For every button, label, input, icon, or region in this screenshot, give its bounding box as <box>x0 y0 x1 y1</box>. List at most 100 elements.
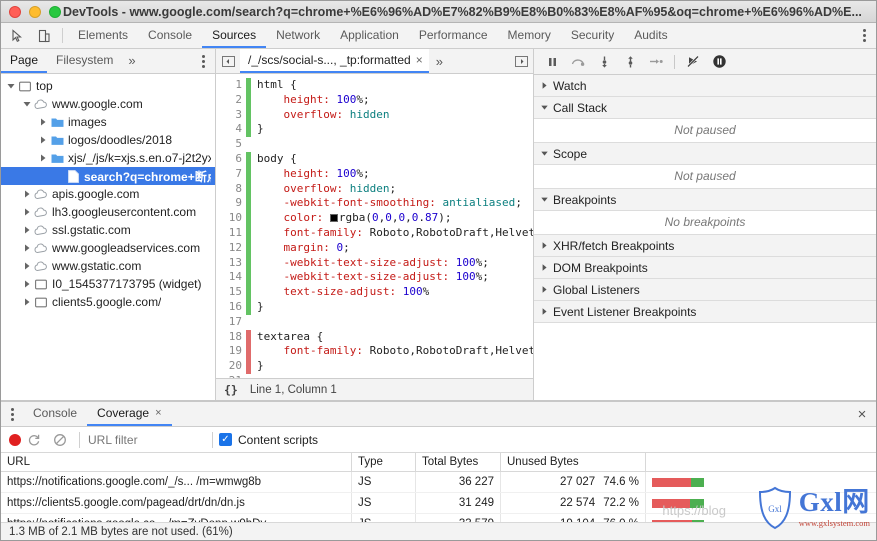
drawer-menu-icon[interactable] <box>1 402 23 426</box>
chevron-right-icon[interactable] <box>21 226 33 234</box>
resume-script-execution-button[interactable] <box>540 51 564 73</box>
code-line[interactable]: -webkit-font-smoothing: antialiased; <box>257 196 533 211</box>
clear-icon[interactable] <box>47 433 73 447</box>
close-icon[interactable]: × <box>155 407 161 419</box>
code-line[interactable]: overflow: hidden <box>257 108 533 123</box>
debugger-section-watch[interactable]: Watch <box>534 75 876 97</box>
navigator-menu-icon[interactable] <box>191 49 215 73</box>
code-line[interactable]: font-family: Roboto,RobotoDraft,Helvet <box>257 226 534 241</box>
column-header-type[interactable]: Type <box>352 453 416 471</box>
debugger-section-scope[interactable]: Scope <box>534 143 876 165</box>
tree-item[interactable]: apis.google.com <box>1 185 215 203</box>
code-editor[interactable]: 1234567891011121314151617181920212223 ht… <box>216 74 533 378</box>
tab-console[interactable]: Console <box>138 23 202 48</box>
tree-item-selected[interactable]: search?q=chrome+断点调试 <box>1 167 215 185</box>
code-line[interactable]: } <box>257 122 533 137</box>
previous-tab-icon[interactable] <box>216 49 240 73</box>
chevron-down-icon[interactable] <box>21 100 33 108</box>
column-header-total-bytes[interactable]: Total Bytes <box>416 453 501 471</box>
tree-item[interactable]: lh3.googleusercontent.com <box>1 203 215 221</box>
close-icon[interactable]: × <box>416 53 423 67</box>
code-line[interactable]: } <box>257 359 533 374</box>
table-row[interactable]: https://clients5.google.com/pagead/drt/d… <box>1 493 876 514</box>
url-filter-input[interactable] <box>86 431 206 448</box>
tab-sources[interactable]: Sources <box>202 23 267 48</box>
tab-performance[interactable]: Performance <box>409 23 498 48</box>
editor-tabs-more-icon[interactable]: » <box>429 49 450 73</box>
chevron-right-icon[interactable] <box>21 244 33 252</box>
code-line[interactable]: } <box>257 300 533 315</box>
nav-tab-page[interactable]: Page <box>1 49 48 73</box>
chevron-right-icon[interactable] <box>21 208 33 216</box>
tree-item[interactable]: www.google.com <box>1 95 215 113</box>
editor-tab-active[interactable]: /_/scs/social-s..., _tp:formatted × <box>240 49 429 73</box>
column-header-bar[interactable] <box>646 453 876 471</box>
chevron-right-icon[interactable] <box>37 118 49 126</box>
tab-elements[interactable]: Elements <box>68 23 138 48</box>
chevron-right-icon[interactable] <box>37 136 49 144</box>
tree-item[interactable]: clients5.google.com/ <box>1 293 215 311</box>
tab-audits[interactable]: Audits <box>624 23 677 48</box>
tab-application[interactable]: Application <box>330 23 409 48</box>
tab-security[interactable]: Security <box>561 23 624 48</box>
table-row[interactable]: https://notifications.google.com/_/s... … <box>1 472 876 493</box>
chevron-right-icon[interactable] <box>21 262 33 270</box>
tree-item[interactable]: top <box>1 77 215 95</box>
debugger-section-xhr-fetch-breakpoints[interactable]: XHR/fetch Breakpoints <box>534 235 876 257</box>
reload-icon[interactable] <box>21 433 47 447</box>
nav-tab-filesystem[interactable]: Filesystem <box>47 49 122 73</box>
toggle-device-toolbar-icon[interactable] <box>31 23 57 48</box>
main-menu-icon[interactable] <box>852 23 876 48</box>
tree-item[interactable]: I0_1545377173795 (widget) <box>1 275 215 293</box>
tree-item[interactable]: logos/doodles/2018 <box>1 131 215 149</box>
code-line[interactable]: -webkit-text-size-adjust: 100%; <box>257 270 533 285</box>
drawer-tab-coverage[interactable]: Coverage × <box>87 402 172 426</box>
code-line[interactable]: textarea { <box>257 330 533 345</box>
chevron-right-icon[interactable] <box>21 190 33 198</box>
close-window-button[interactable] <box>9 5 21 18</box>
tab-network[interactable]: Network <box>266 23 330 48</box>
pretty-print-button[interactable]: {} <box>224 383 238 397</box>
zoom-window-button[interactable] <box>49 5 61 18</box>
close-drawer-button[interactable]: × <box>848 402 876 426</box>
step-over-next-function-call-button[interactable] <box>566 51 590 73</box>
debugger-section-call-stack[interactable]: Call Stack <box>534 97 876 119</box>
code-line[interactable]: margin: 0; <box>257 241 533 256</box>
tree-item[interactable]: xjs/_/js/k=xjs.s.en.o7-j2t2yx <box>1 149 215 167</box>
debugger-section-event-listener-breakpoints[interactable]: Event Listener Breakpoints <box>534 301 876 323</box>
tab-memory[interactable]: Memory <box>498 23 561 48</box>
chevron-down-icon[interactable] <box>5 82 17 90</box>
deactivate-breakpoints-icon[interactable] <box>681 51 705 73</box>
step-into-next-function-call-button[interactable] <box>592 51 616 73</box>
chevron-right-icon[interactable] <box>37 154 49 162</box>
record-icon[interactable] <box>9 433 21 446</box>
column-header-unused-bytes[interactable]: Unused Bytes <box>501 453 646 471</box>
code-line[interactable]: html { <box>257 78 533 93</box>
code-line[interactable]: -webkit-text-size-adjust: 100%; <box>257 256 533 271</box>
chevron-right-icon[interactable] <box>21 298 33 306</box>
debugger-section-breakpoints[interactable]: Breakpoints <box>534 189 876 211</box>
chevron-right-icon[interactable] <box>21 280 33 288</box>
tree-item[interactable]: ssl.gstatic.com <box>1 221 215 239</box>
code-line[interactable]: body { <box>257 152 533 167</box>
nav-tab-more-icon[interactable]: » <box>122 49 141 73</box>
pause-on-exceptions-icon[interactable] <box>707 51 731 73</box>
code-line[interactable]: overflow: hidden; <box>257 182 533 197</box>
step-button[interactable] <box>644 51 668 73</box>
minimize-window-button[interactable] <box>29 5 41 18</box>
code-line[interactable]: height: 100%; <box>257 93 533 108</box>
code-line[interactable]: text-size-adjust: 100% <box>257 285 533 300</box>
code-line[interactable]: font-family: Roboto,RobotoDraft,Helvet <box>257 344 534 359</box>
code-line[interactable] <box>257 315 533 330</box>
column-header-url[interactable]: URL <box>1 453 352 471</box>
code-line[interactable]: height: 100%; <box>257 167 533 182</box>
next-tab-icon[interactable] <box>509 49 533 73</box>
source-code-text[interactable]: html { height: 100%; overflow: hidden} b… <box>251 74 533 378</box>
debugger-section-global-listeners[interactable]: Global Listeners <box>534 279 876 301</box>
inspect-element-icon[interactable] <box>5 23 31 48</box>
tree-item[interactable]: images <box>1 113 215 131</box>
code-line[interactable]: color: rgba(0,0,0,0.87); <box>257 211 533 226</box>
drawer-tab-console[interactable]: Console <box>23 402 87 426</box>
step-out-of-current-function-button[interactable] <box>618 51 642 73</box>
debugger-section-dom-breakpoints[interactable]: DOM Breakpoints <box>534 257 876 279</box>
